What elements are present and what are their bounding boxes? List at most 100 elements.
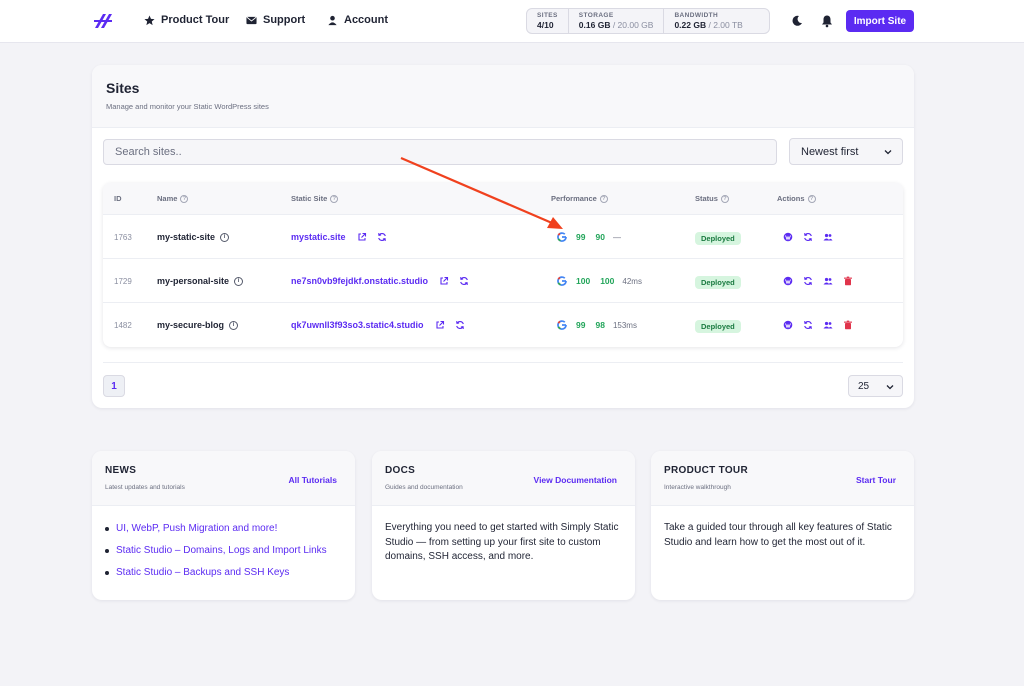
usage-bandwidth: BANDWIDTH 0.22 GB / 2.00 TB — [664, 9, 752, 33]
users-icon[interactable] — [823, 320, 833, 330]
usage-label: SITES — [537, 12, 558, 19]
help-icon[interactable]: ? — [807, 194, 816, 203]
site-name: my-secure-blog i — [157, 320, 239, 330]
page-number-button[interactable]: 1 — [103, 375, 125, 397]
status-cell: Deployed — [695, 276, 741, 289]
bell-icon[interactable] — [820, 14, 834, 28]
usage-sites: SITES 4/10 — [527, 9, 569, 33]
docs-description: Everything you need to get started with … — [385, 522, 619, 562]
usage-value: 0.16 GB / 20.00 GB — [578, 20, 654, 30]
sites-table: ID Name? Static Site? Performance? Statu… — [103, 183, 903, 347]
sites-header: Sites Manage and monitor your Static Wor… — [92, 65, 914, 128]
status-badge: Deployed — [695, 276, 741, 289]
google-icon — [557, 232, 567, 242]
actions-cell — [783, 276, 853, 286]
news-card: NEWS Latest updates and tutorials All Tu… — [92, 451, 355, 600]
star-icon — [144, 14, 155, 25]
site-name: my-personal-site i — [157, 276, 244, 286]
top-navigation: Product Tour Support Account SITES 4/10 … — [0, 0, 1024, 43]
table-header: ID Name? Static Site? Performance? Statu… — [103, 183, 903, 214]
nav-support[interactable]: Support — [246, 14, 305, 26]
chevron-down-icon — [886, 385, 894, 390]
wordpress-icon[interactable] — [783, 320, 793, 330]
news-item[interactable]: Static Studio – Backups and SSH Keys — [105, 567, 327, 578]
logo-icon[interactable] — [93, 12, 113, 30]
external-link-icon[interactable] — [439, 276, 449, 286]
score-desktop: 100 — [600, 276, 615, 286]
docs-card: DOCS Guides and documentation View Docum… — [372, 451, 635, 600]
help-icon[interactable]: ? — [180, 194, 189, 203]
performance-cell[interactable]: 99 90 — — [557, 232, 621, 242]
news-subtitle: Latest updates and tutorials — [105, 484, 185, 491]
table-row[interactable]: 1482 my-secure-blog i qk7uwnll3f93so3.sta… — [103, 302, 903, 346]
nav-product-tour[interactable]: Product Tour — [144, 14, 229, 26]
news-item[interactable]: UI, WebP, Push Migration and more! — [105, 523, 327, 534]
usage-value: 0.22 GB / 2.00 TB — [674, 20, 743, 30]
wordpress-icon[interactable] — [783, 276, 793, 286]
sync-icon[interactable] — [455, 320, 465, 330]
wordpress-icon[interactable] — [783, 232, 793, 242]
performance-cell[interactable]: 99 98 153ms — [557, 320, 637, 330]
sync-icon[interactable] — [803, 232, 813, 242]
static-site-cell: qk7uwnll3f93so3.static4.studio — [291, 320, 465, 330]
import-site-button[interactable]: Import Site — [846, 10, 914, 32]
per-page-select[interactable]: 25 — [848, 375, 903, 397]
info-icon[interactable]: i — [220, 232, 230, 242]
sync-icon[interactable] — [803, 276, 813, 286]
static-site-cell: mystatic.site — [291, 232, 387, 242]
info-icon[interactable]: i — [229, 320, 239, 330]
response-time: 153ms — [612, 320, 637, 330]
column-header-status: Status? — [695, 194, 729, 203]
nav-label: Support — [263, 14, 306, 26]
news-list: UI, WebP, Push Migration and more! Stati… — [105, 523, 327, 589]
info-icon[interactable]: i — [234, 276, 244, 286]
trash-icon[interactable] — [843, 320, 853, 330]
table-row[interactable]: 1729 my-personal-site i ne7sn0vb9fejdkf.o… — [103, 258, 903, 302]
static-site-cell: ne7sn0vb9fejdkf.onstatic.studio — [291, 276, 469, 286]
status-badge: Deployed — [695, 232, 741, 245]
static-site-link[interactable]: mystatic.site — [291, 232, 346, 242]
usage-label: STORAGE — [578, 12, 614, 19]
column-header-id: ID — [114, 194, 122, 203]
score-desktop: 90 — [595, 232, 605, 242]
help-icon[interactable]: ? — [330, 194, 339, 203]
start-tour-link[interactable]: Start Tour — [856, 475, 896, 485]
view-documentation-link[interactable]: View Documentation — [534, 475, 617, 485]
sync-icon[interactable] — [459, 276, 469, 286]
mail-icon — [246, 16, 257, 24]
tour-header: PRODUCT TOUR Interactive walkthrough Sta… — [651, 451, 914, 506]
actions-cell — [783, 320, 853, 330]
users-icon[interactable] — [823, 232, 833, 242]
help-icon[interactable]: ? — [599, 194, 608, 203]
external-link-icon[interactable] — [435, 320, 445, 330]
sync-icon[interactable] — [803, 320, 813, 330]
trash-icon[interactable] — [843, 276, 853, 286]
column-header-name: Name? — [157, 194, 189, 203]
docs-subtitle: Guides and documentation — [385, 484, 463, 491]
users-icon[interactable] — [823, 276, 833, 286]
site-id: 1482 — [114, 321, 132, 330]
usage-value: 4/10 — [537, 20, 554, 30]
help-icon[interactable]: ? — [720, 194, 729, 203]
static-site-link[interactable]: ne7sn0vb9fejdkf.onstatic.studio — [291, 276, 428, 286]
all-tutorials-link[interactable]: All Tutorials — [289, 475, 338, 485]
sync-icon[interactable] — [377, 232, 387, 242]
chevron-down-icon — [884, 150, 892, 155]
search-input[interactable] — [103, 139, 777, 165]
score-desktop: 98 — [595, 320, 605, 330]
sort-value: Newest first — [801, 145, 859, 158]
static-site-link[interactable]: qk7uwnll3f93so3.static4.studio — [291, 320, 424, 330]
status-cell: Deployed — [695, 320, 741, 333]
moon-icon[interactable] — [790, 14, 804, 28]
status-cell: Deployed — [695, 232, 741, 245]
sort-select[interactable]: Newest first — [789, 138, 903, 165]
response-time: — — [612, 232, 621, 242]
nav-account[interactable]: Account — [327, 14, 388, 26]
external-link-icon[interactable] — [357, 232, 367, 242]
news-item[interactable]: Static Studio – Domains, Logs and Import… — [105, 545, 327, 556]
site-id: 1763 — [114, 233, 132, 242]
table-row[interactable]: 1763 my-static-site i mystatic.site 99 90… — [103, 214, 903, 258]
performance-cell[interactable]: 100 100 42ms — [557, 276, 642, 286]
divider — [103, 362, 903, 363]
site-name: my-static-site i — [157, 232, 230, 242]
